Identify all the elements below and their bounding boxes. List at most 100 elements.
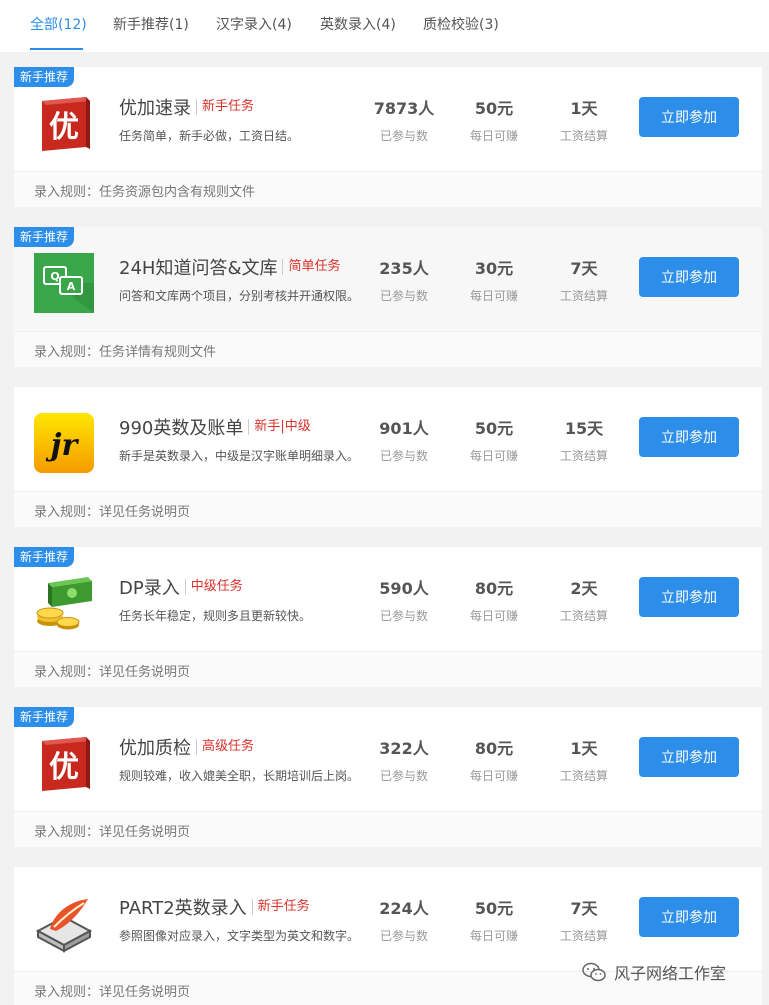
daily-earn-value: 80元 <box>474 579 514 598</box>
participants-value: 901人 <box>379 419 429 438</box>
task-level-tag: 中级任务 <box>184 579 243 595</box>
daily-earn-stat: 80元 每日可赚 <box>449 735 539 784</box>
task-level-tag: 简单任务 <box>282 259 341 275</box>
task-rule-bar: 录入规则：任务资源包内含有规则文件 <box>14 171 762 207</box>
task-rule-bar: 录入规则：详见任务说明页 <box>14 651 762 687</box>
task-level-tag: 新手|中级 <box>248 419 311 435</box>
daily-earn-label: 每日可赚 <box>469 929 518 943</box>
participants-stat: 235人 已参与数 <box>359 255 449 304</box>
watermark: 风子网络工作室 <box>582 960 726 984</box>
settlement-value: 7天 <box>570 899 598 918</box>
task-description: 新手是英数录入，中级是汉字账单明细录入。 <box>119 449 360 463</box>
settlement-value: 15天 <box>564 419 604 438</box>
task-description: 任务长年稳定，规则多且更新较快。 <box>119 609 312 623</box>
join-button[interactable]: 立即参加 <box>639 577 739 617</box>
settlement-label: 工资结算 <box>559 449 608 463</box>
feather-box-icon <box>34 893 94 953</box>
settlement-label: 工资结算 <box>559 289 608 303</box>
settlement-stat: 15天 工资结算 <box>539 415 629 464</box>
task-level-tag: 新手任务 <box>251 899 310 915</box>
daily-earn-stat: 50元 每日可赚 <box>449 895 539 944</box>
join-button[interactable]: 立即参加 <box>639 257 739 297</box>
settlement-stat: 7天 工资结算 <box>539 255 629 304</box>
daily-earn-stat: 30元 每日可赚 <box>449 255 539 304</box>
settlement-value: 7天 <box>570 259 598 278</box>
daily-earn-stat: 50元 每日可赚 <box>449 95 539 144</box>
wechat-icon <box>582 962 606 982</box>
settlement-stat: 7天 工资结算 <box>539 895 629 944</box>
settlement-stat: 1天 工资结算 <box>539 735 629 784</box>
task-description: 规则较难，收入媲美全职，长期培训后上岗。 <box>119 769 360 783</box>
settlement-value: 1天 <box>570 99 598 118</box>
category-tabs: 全部(12) 新手推荐(1) 汉字录入(4) 英数录入(4) 质检校验(3) <box>0 0 769 52</box>
svg-text:优: 优 <box>49 750 79 785</box>
daily-earn-label: 每日可赚 <box>469 449 518 463</box>
join-button[interactable]: 立即参加 <box>639 417 739 457</box>
svg-text:优: 优 <box>49 110 79 145</box>
entry-rule: 录入规则：详见任务说明页 <box>34 825 191 840</box>
participants-label: 已参与数 <box>379 769 428 783</box>
daily-earn-stat: 50元 每日可赚 <box>449 415 539 464</box>
entry-rule: 录入规则：详见任务说明页 <box>34 505 191 520</box>
newbie-badge: 新手推荐 <box>14 707 75 727</box>
task-card-body: jr 990英数及账单 新手|中级 新手是英数录入，中级是汉字账单明细录入。 9… <box>14 387 762 491</box>
participants-label: 已参与数 <box>379 449 428 463</box>
participants-stat: 224人 已参与数 <box>359 895 449 944</box>
svg-text:A: A <box>67 280 76 293</box>
entry-rule: 录入规则：任务资源包内含有规则文件 <box>34 185 256 200</box>
task-rule-bar: 录入规则：详见任务说明页 <box>14 811 762 847</box>
settlement-stat: 2天 工资结算 <box>539 575 629 624</box>
money-coins-icon <box>34 573 94 633</box>
participants-label: 已参与数 <box>379 609 428 623</box>
participants-value: 235人 <box>379 259 429 278</box>
task-description: 参照图像对应录入，文字类型为英文和数字。 <box>119 929 360 943</box>
task-title: 优加速录 <box>119 98 191 119</box>
task-card-body: 优 优加质检 高级任务 规则较难，收入媲美全职，长期培训后上岗。 322人 已参… <box>14 707 762 811</box>
tab-all[interactable]: 全部(12) <box>30 14 87 34</box>
newbie-badge: 新手推荐 <box>14 67 75 87</box>
watermark-text: 风子网络工作室 <box>614 964 727 983</box>
participants-stat: 7873人 已参与数 <box>359 95 449 144</box>
participants-value: 7873人 <box>373 99 435 118</box>
newbie-badge: 新手推荐 <box>14 227 75 247</box>
participants-value: 322人 <box>379 739 429 758</box>
task-card-body: 优 优加速录 新手任务 任务简单，新手必做，工资日结。 7873人 已参与数 5… <box>14 67 762 171</box>
participants-stat: 901人 已参与数 <box>359 415 449 464</box>
entry-rule: 录入规则：详见任务说明页 <box>34 665 191 680</box>
task-level-tag: 高级任务 <box>196 739 254 755</box>
daily-earn-value: 50元 <box>474 419 514 438</box>
participants-stat: 590人 已参与数 <box>359 575 449 624</box>
entry-rule: 录入规则：任务详情有规则文件 <box>34 345 217 360</box>
task-description: 任务简单，新手必做，工资日结。 <box>119 129 300 143</box>
daily-earn-label: 每日可赚 <box>469 609 518 623</box>
join-button[interactable]: 立即参加 <box>639 737 739 777</box>
task-card: 优 优加速录 新手任务 任务简单，新手必做，工资日结。 7873人 已参与数 5… <box>14 67 762 207</box>
tab-chinese-entry[interactable]: 汉字录入(4) <box>216 14 292 34</box>
settlement-value: 2天 <box>570 579 598 598</box>
tab-newbie[interactable]: 新手推荐(1) <box>113 14 189 34</box>
tab-alnum-entry[interactable]: 英数录入(4) <box>320 14 396 34</box>
join-button[interactable]: 立即参加 <box>639 897 739 937</box>
participants-value: 590人 <box>379 579 429 598</box>
task-card: jr 990英数及账单 新手|中级 新手是英数录入，中级是汉字账单明细录入。 9… <box>14 387 762 527</box>
entry-rule: 录入规则：详见任务说明页 <box>34 985 191 1000</box>
task-rule-bar: 录入规则：详见任务说明页 <box>14 491 762 527</box>
join-button[interactable]: 立即参加 <box>639 97 739 137</box>
task-card: 优 优加质检 高级任务 规则较难，收入媲美全职，长期培训后上岗。 322人 已参… <box>14 707 762 847</box>
participants-label: 已参与数 <box>379 129 428 143</box>
jr-logo-icon: jr <box>34 413 94 473</box>
daily-earn-value: 50元 <box>474 899 514 918</box>
youjia-logo-icon: 优 <box>34 93 94 153</box>
daily-earn-label: 每日可赚 <box>469 769 518 783</box>
settlement-label: 工资结算 <box>559 609 608 623</box>
task-title: 24H知道问答&文库 <box>119 258 278 279</box>
tab-quality-check[interactable]: 质检校验(3) <box>423 14 499 34</box>
task-level-tag: 新手任务 <box>196 99 254 115</box>
daily-earn-value: 80元 <box>474 739 514 758</box>
svg-text:Q: Q <box>50 270 59 283</box>
task-title: 990英数及账单 <box>119 418 244 439</box>
settlement-label: 工资结算 <box>559 929 608 943</box>
daily-earn-label: 每日可赚 <box>469 289 518 303</box>
settlement-stat: 1天 工资结算 <box>539 95 629 144</box>
task-card-body: PART2英数录入 新手任务 参照图像对应录入，文字类型为英文和数字。 224人… <box>14 867 762 971</box>
